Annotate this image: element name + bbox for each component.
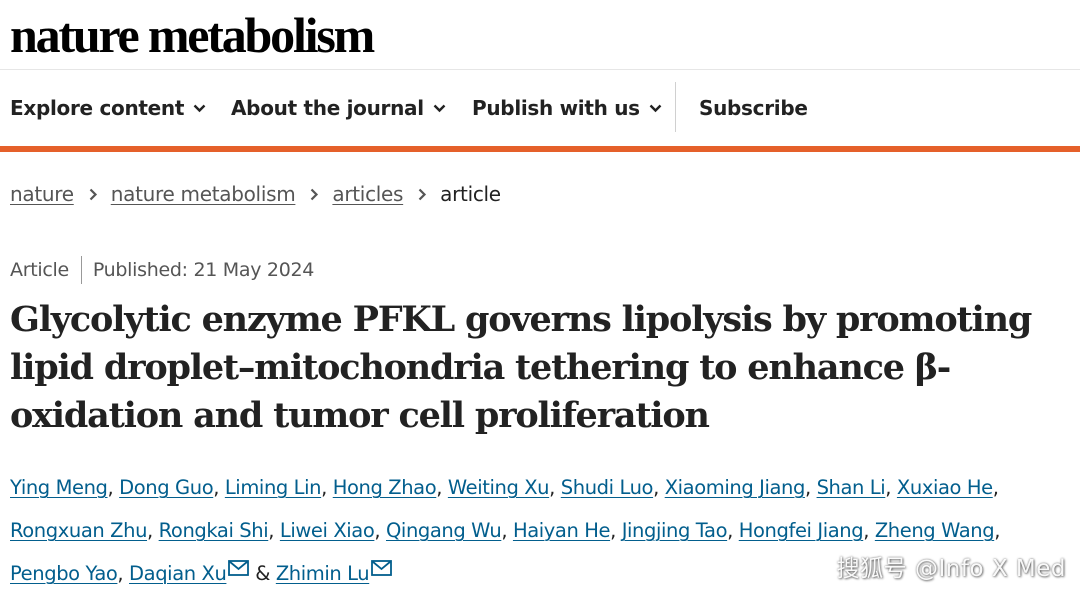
- author-link[interactable]: Rongxuan Zhu: [10, 519, 147, 542]
- masthead: nature metabolism: [0, 0, 1080, 70]
- meta-divider: [80, 256, 82, 284]
- chevron-down-icon: [649, 104, 662, 112]
- published-date: Published: 21 May 2024: [92, 259, 315, 281]
- author-separator: ,: [321, 476, 333, 499]
- author-link[interactable]: Dong Guo: [119, 476, 213, 499]
- author-separator: ,: [653, 476, 665, 499]
- author-separator: ,: [885, 476, 897, 499]
- author-link[interactable]: Shudi Luo: [561, 476, 654, 499]
- breadcrumb-link-nature[interactable]: nature: [10, 182, 74, 206]
- nav-about-the-journal[interactable]: About the journal: [231, 70, 446, 146]
- chevron-right-icon: [311, 188, 319, 200]
- author-separator: ,: [727, 519, 739, 542]
- author-link[interactable]: Xiaoming Jiang: [665, 476, 806, 499]
- chevron-right-icon: [89, 188, 97, 200]
- journal-logo[interactable]: nature metabolism: [10, 4, 375, 66]
- author-separator: ,: [992, 476, 999, 499]
- author-separator: ,: [374, 519, 386, 542]
- author-separator: ,: [994, 519, 1001, 542]
- nav-explore-content[interactable]: Explore content: [10, 70, 206, 146]
- author-separator: ,: [107, 476, 120, 499]
- nav-item-label: Subscribe: [699, 96, 808, 120]
- author-link[interactable]: Hongfei Jiang: [739, 519, 864, 542]
- nav-item-label: Publish with us: [472, 96, 640, 120]
- author-link[interactable]: Rongkai Shi: [159, 519, 269, 542]
- nav-item-label: About the journal: [231, 96, 424, 120]
- nav-item-label: Explore content: [10, 96, 185, 120]
- article-meta: Article Published: 21 May 2024: [10, 256, 314, 284]
- mail-icon[interactable]: [228, 560, 250, 576]
- author-link[interactable]: Liwei Xiao: [280, 519, 375, 542]
- main-nav: Explore content About the journal Publis…: [0, 70, 1080, 146]
- author-separator: ,: [436, 476, 448, 499]
- author-link[interactable]: Shan Li: [817, 476, 886, 499]
- article-type: Article: [10, 259, 69, 281]
- chevron-down-icon: [433, 104, 446, 112]
- author-link[interactable]: Zheng Wang: [875, 519, 995, 542]
- breadcrumb-link-nature-metabolism[interactable]: nature metabolism: [111, 182, 296, 206]
- author-link[interactable]: Haiyan He: [513, 519, 611, 542]
- breadcrumb-link-articles[interactable]: articles: [332, 182, 403, 206]
- breadcrumb: nature nature metabolism articles articl…: [10, 180, 501, 208]
- author-link[interactable]: Hong Zhao: [333, 476, 437, 499]
- author-link[interactable]: Liming Lin: [225, 476, 322, 499]
- author-separator: &: [249, 562, 276, 585]
- author-separator: ,: [610, 519, 622, 542]
- breadcrumb-current: article: [440, 182, 501, 206]
- author-separator: ,: [863, 519, 875, 542]
- article-title: Glycolytic enzyme PFKL governs lipolysis…: [10, 299, 1032, 436]
- accent-bar: [0, 146, 1080, 152]
- author-separator: ,: [804, 476, 817, 499]
- chevron-right-icon: [418, 188, 427, 200]
- author-separator: ,: [268, 519, 280, 542]
- author-link[interactable]: Xuxiao He: [897, 476, 993, 499]
- author-separator: ,: [213, 476, 225, 499]
- author-separator: ,: [501, 519, 513, 542]
- mail-icon[interactable]: [371, 560, 393, 576]
- author-link[interactable]: Pengbo Yao: [10, 562, 118, 585]
- author-link[interactable]: Weiting Xu: [448, 476, 550, 499]
- author-separator: ,: [549, 476, 561, 499]
- author-separator: ,: [117, 562, 130, 585]
- author-link[interactable]: Qingang Wu: [386, 519, 502, 542]
- chevron-down-icon: [193, 104, 206, 112]
- nav-divider: [675, 82, 676, 132]
- author-link[interactable]: Daqian Xu: [129, 562, 227, 585]
- author-separator: ,: [147, 519, 159, 542]
- author-link[interactable]: Zhimin Lu: [276, 562, 370, 585]
- author-link[interactable]: Ying Meng: [10, 476, 108, 499]
- author-link[interactable]: Jingjing Tao: [622, 519, 728, 542]
- nav-subscribe[interactable]: Subscribe: [699, 70, 808, 146]
- nav-publish-with-us[interactable]: Publish with us: [472, 70, 662, 146]
- watermark: 搜狐号 @Info X Med: [836, 556, 1066, 582]
